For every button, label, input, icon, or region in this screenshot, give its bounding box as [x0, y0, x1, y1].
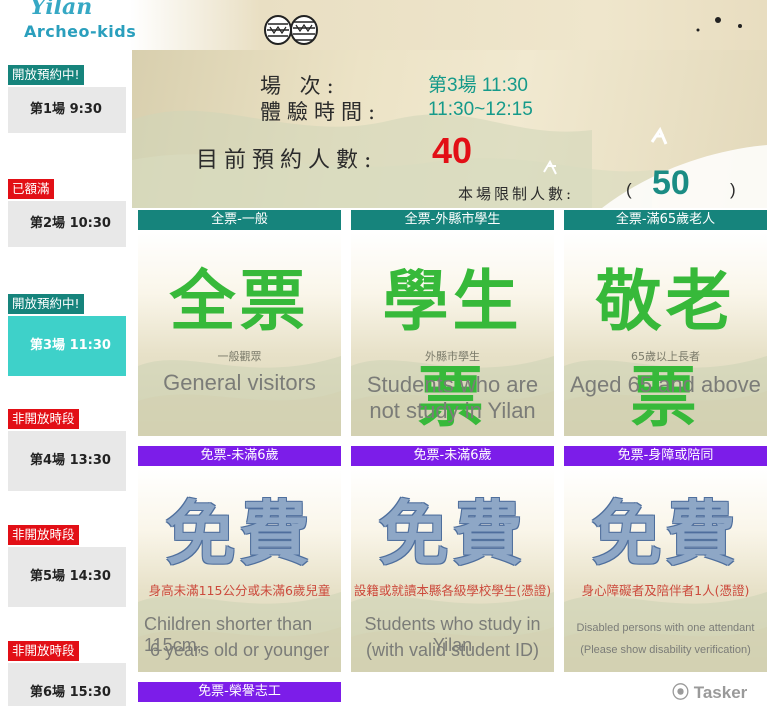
ticket-card-general[interactable]: 全票 一般觀眾 General visitors — [138, 232, 341, 436]
logo-yilan: Yilan — [30, 0, 93, 20]
ticket-desc-en-line2: not study in Yilan — [369, 398, 536, 423]
ticket-header-free-disabled: 免票-身障或陪同 — [564, 446, 767, 466]
ticket-card-free-local-student[interactable]: 免費 設籍或就讀本縣各級學校學生(憑證) Students who study … — [351, 468, 554, 672]
session-slot-5[interactable]: 非開放時段 第5場 14:30 — [8, 524, 130, 607]
ticket-desc-en-line2: (Please show disability verification) — [580, 644, 751, 656]
session-slot-2[interactable]: 已額滿 第2場 10:30 — [8, 178, 130, 247]
ticket-header-free-local-student: 免票-未滿6歲 — [351, 446, 554, 466]
pottery-icon — [264, 15, 318, 45]
limit-count: 50 — [652, 164, 690, 202]
ticket-title: 全票 — [169, 262, 310, 340]
slot-status-badge: 開放預約中! — [8, 294, 84, 314]
slot-status-badge: 已額滿 — [8, 179, 54, 199]
session-slot-1[interactable]: 開放預約中! 第1場 9:30 — [8, 64, 130, 133]
session-slot-4[interactable]: 非開放時段 第4場 13:30 — [8, 408, 130, 491]
slot-label[interactable]: 第1場 9:30 — [8, 87, 126, 133]
slot-status-badge: 非開放時段 — [8, 525, 79, 545]
ticket-title: 免費 — [165, 492, 314, 575]
ticket-header-full-senior: 全票-滿65歲老人 — [564, 210, 767, 230]
ticket-card-senior[interactable]: 敬老票 65歲以上長者 Aged 65 and above — [564, 232, 767, 436]
ticket-desc-en-line1: Students who are — [366, 372, 539, 397]
brush-marks-icon — [696, 17, 742, 32]
ticket-card-student[interactable]: 學生票 外縣市學生 Students who are not study in … — [351, 232, 554, 436]
ticket-desc-en-line2: (with valid student ID) — [365, 640, 540, 660]
slot-label[interactable]: 第6場 15:30 — [8, 663, 126, 706]
ticket-header-full-student: 全票-外縣市學生 — [351, 210, 554, 230]
session-info-panel: 場 次: 第3場 11:30 體驗時間: 11:30~12:15 目前預約人數:… — [132, 50, 767, 208]
ticket-desc-en: Aged 65 and above — [570, 372, 761, 397]
session-slot-3[interactable]: 開放預約中! 第3場 11:30 — [8, 293, 130, 376]
session-slot-6[interactable]: 非開放時段 第6場 15:30 — [8, 640, 130, 706]
slot-label-selected[interactable]: 第3場 11:30 — [8, 316, 126, 376]
ticket-desc-cn: 65歲以上長者 — [631, 350, 700, 363]
slot-status-badge: 開放預約中! — [8, 65, 84, 85]
booked-label: 目前預約人數: — [196, 148, 378, 173]
time-value: 11:30~12:15 — [428, 99, 533, 120]
limit-label: 本場限制人數: — [458, 185, 575, 203]
limit-open-paren: ( — [626, 180, 632, 199]
slot-label[interactable]: 第5場 14:30 — [8, 547, 126, 607]
ticket-header-full-general: 全票-一般 — [138, 210, 341, 230]
session-value: 第3場 11:30 — [428, 75, 528, 96]
ticket-desc-cn: 身高未滿115公分或未滿6歲兒童 — [148, 583, 331, 598]
ticket-desc-en-line2: 6 years old or younger — [150, 640, 330, 660]
ticket-header-free-volunteer: 免票-榮譽志工 — [138, 682, 341, 702]
limit-close-paren: ) — [730, 180, 736, 199]
ticket-title: 免費 — [591, 492, 740, 575]
ticket-header-free-under6: 免票-未滿6歲 — [138, 446, 341, 466]
slot-status-badge: 非開放時段 — [8, 641, 79, 661]
tasker-watermark: ⦿ Tasker — [672, 678, 747, 703]
session-sidebar: 開放預約中! 第1場 9:30 已額滿 第2場 10:30 開放預約中! 第3場… — [0, 50, 132, 706]
ticket-title: 免費 — [378, 492, 527, 575]
logo-archeo-kids: Archeo-kids — [24, 22, 137, 41]
slot-label[interactable]: 第2場 10:30 — [8, 201, 126, 247]
tasker-logo-icon: ⦿ — [672, 683, 689, 702]
ticket-title: 敬老票 — [595, 262, 736, 436]
ticket-desc-cn: 外縣市學生 — [425, 350, 480, 363]
ticket-desc-cn: 一般觀眾 — [217, 350, 262, 363]
header-banner: Yilan Archeo-kids — [0, 0, 767, 50]
tasker-text: Tasker — [693, 683, 748, 702]
ticket-desc-cn: 設籍或就讀本縣各級學校學生(憑證) — [353, 583, 552, 598]
ticket-desc-cn: 身心障礙者及陪伴者1人(憑證) — [581, 583, 750, 598]
ticket-card-free-disabled[interactable]: 免費 身心障礙者及陪伴者1人(憑證) Disabled persons with… — [564, 468, 767, 672]
time-label: 體驗時間: — [260, 100, 382, 124]
ticket-desc-en-line1: Disabled persons with one attendant — [576, 622, 755, 634]
booked-count: 40 — [432, 130, 473, 171]
slot-label[interactable]: 第4場 13:30 — [8, 431, 126, 491]
ticket-card-free-child[interactable]: 免費 身高未滿115公分或未滿6歲兒童 Children shorter tha… — [138, 468, 341, 672]
ticket-desc-en: General visitors — [163, 370, 316, 395]
slot-status-badge: 非開放時段 — [8, 409, 79, 429]
